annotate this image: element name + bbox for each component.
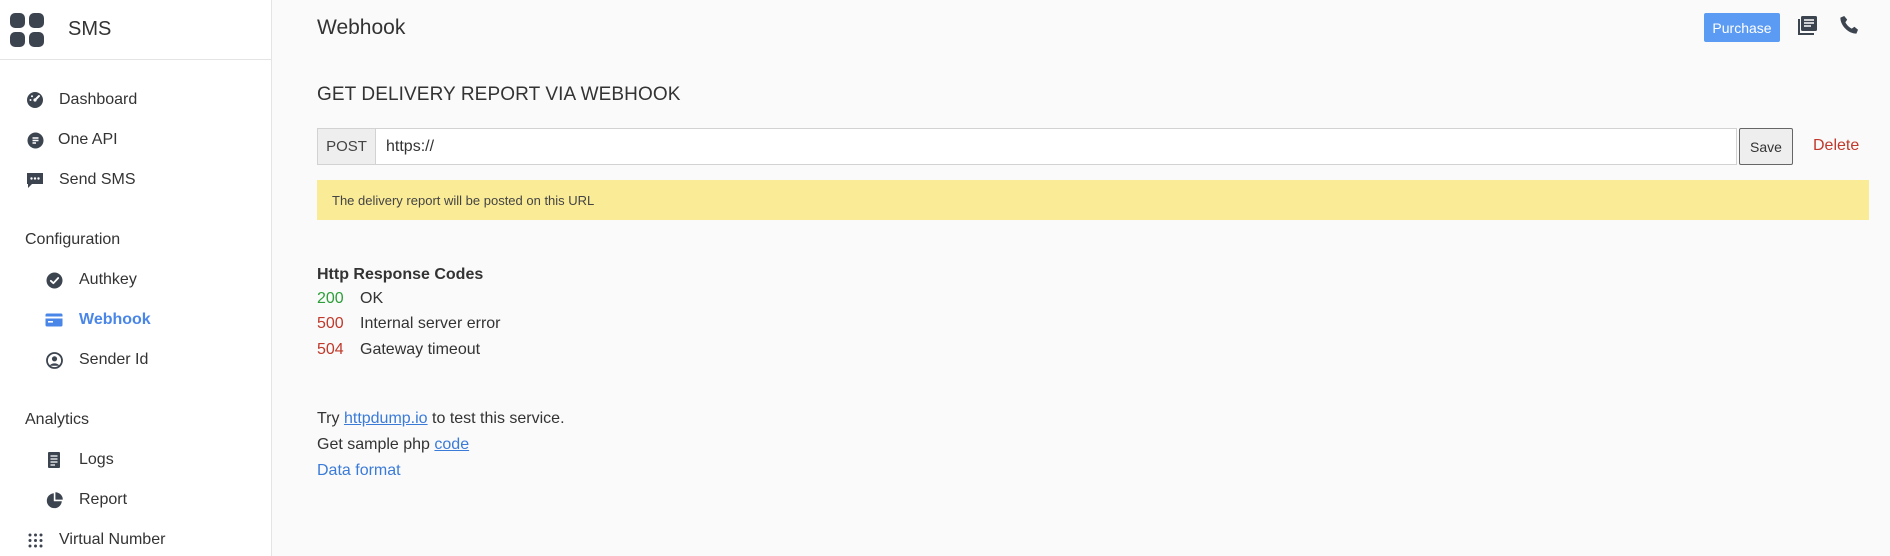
message-icon [25, 170, 45, 190]
section-label-configuration: Configuration [25, 231, 121, 248]
user-id-icon [44, 350, 64, 370]
sidebar: SMS Dashboard One API Send SMS Configura… [0, 0, 272, 556]
response-code: 200 [317, 290, 344, 307]
help-text: Get sample php [317, 436, 430, 453]
try-httpdump-text: Try httpdump.io to test this service. [317, 410, 565, 428]
sidebar-item-one-api[interactable]: One API [25, 130, 118, 150]
help-text: Try [317, 410, 340, 427]
sidebar-item-report[interactable]: Report [44, 490, 127, 510]
sidebar-item-label: One API [58, 131, 118, 148]
sidebar-item-logs[interactable]: Logs [44, 450, 114, 470]
sample-code-text: Get sample php code [317, 436, 469, 454]
sidebar-item-label: Report [79, 491, 128, 508]
sidebar-item-label: Logs [79, 451, 114, 468]
response-code-description: Gateway timeout [360, 341, 481, 358]
main-content: Webhook Purchase GET DELIVERY REPORT VIA… [273, 0, 1890, 556]
sidebar-item-sender-id[interactable]: Sender Id [44, 350, 148, 370]
app-title: SMS [68, 18, 112, 40]
logs-icon [44, 450, 64, 470]
response-code-row: 500 Internal server error [317, 315, 501, 333]
save-button[interactable]: Save [1739, 128, 1793, 165]
pie-chart-icon [44, 490, 64, 510]
section-label-analytics: Analytics [25, 411, 90, 428]
sidebar-item-dashboard[interactable]: Dashboard [25, 90, 137, 110]
response-code-description: Internal server error [360, 315, 501, 332]
sample-code-link[interactable]: code [434, 436, 469, 453]
notice-text: The delivery report will be posted on th… [332, 192, 595, 208]
response-code-row: 504 Gateway timeout [317, 341, 480, 359]
purchase-button[interactable]: Purchase [1704, 13, 1780, 42]
sidebar-item-label: Dashboard [59, 91, 138, 108]
section-title: GET DELIVERY REPORT VIA WEBHOOK [317, 84, 681, 105]
app-logo-icon [10, 12, 44, 47]
method-label: POST [317, 128, 376, 165]
delete-button[interactable]: Delete [1813, 137, 1859, 155]
data-format-link[interactable]: Data format [317, 462, 401, 480]
api-icon [25, 130, 45, 150]
phone-icon[interactable] [1838, 14, 1860, 36]
sidebar-item-label: Authkey [79, 271, 137, 288]
sidebar-item-label: Send SMS [59, 171, 136, 188]
brand: SMS [0, 0, 271, 60]
httpdump-link[interactable]: httpdump.io [344, 410, 428, 427]
docs-icon[interactable] [1797, 14, 1819, 36]
check-circle-icon [44, 270, 64, 290]
notice-banner: The delivery report will be posted on th… [317, 180, 1869, 220]
response-code: 500 [317, 315, 344, 332]
sidebar-item-authkey[interactable]: Authkey [44, 270, 137, 290]
response-code: 504 [317, 341, 344, 358]
webhook-url-input[interactable] [376, 128, 1737, 165]
sidebar-item-label: Sender Id [79, 351, 149, 368]
help-text: to test this service. [432, 410, 565, 427]
response-code-description: OK [360, 290, 384, 307]
sidebar-item-label: Virtual Number [59, 531, 166, 548]
sidebar-item-virtual-number[interactable]: Virtual Number [25, 530, 165, 550]
response-codes-title: Http Response Codes [317, 266, 484, 283]
sidebar-item-send-sms[interactable]: Send SMS [25, 170, 135, 190]
page-title: Webhook [317, 16, 406, 39]
webhook-url-row: POST [317, 128, 1737, 165]
response-code-row: 200 OK [317, 290, 383, 308]
webhook-icon [44, 310, 64, 330]
sidebar-item-webhook[interactable]: Webhook [44, 310, 151, 330]
sidebar-item-label: Webhook [79, 311, 151, 328]
grid-dots-icon [25, 530, 45, 550]
speedometer-icon [25, 90, 45, 110]
